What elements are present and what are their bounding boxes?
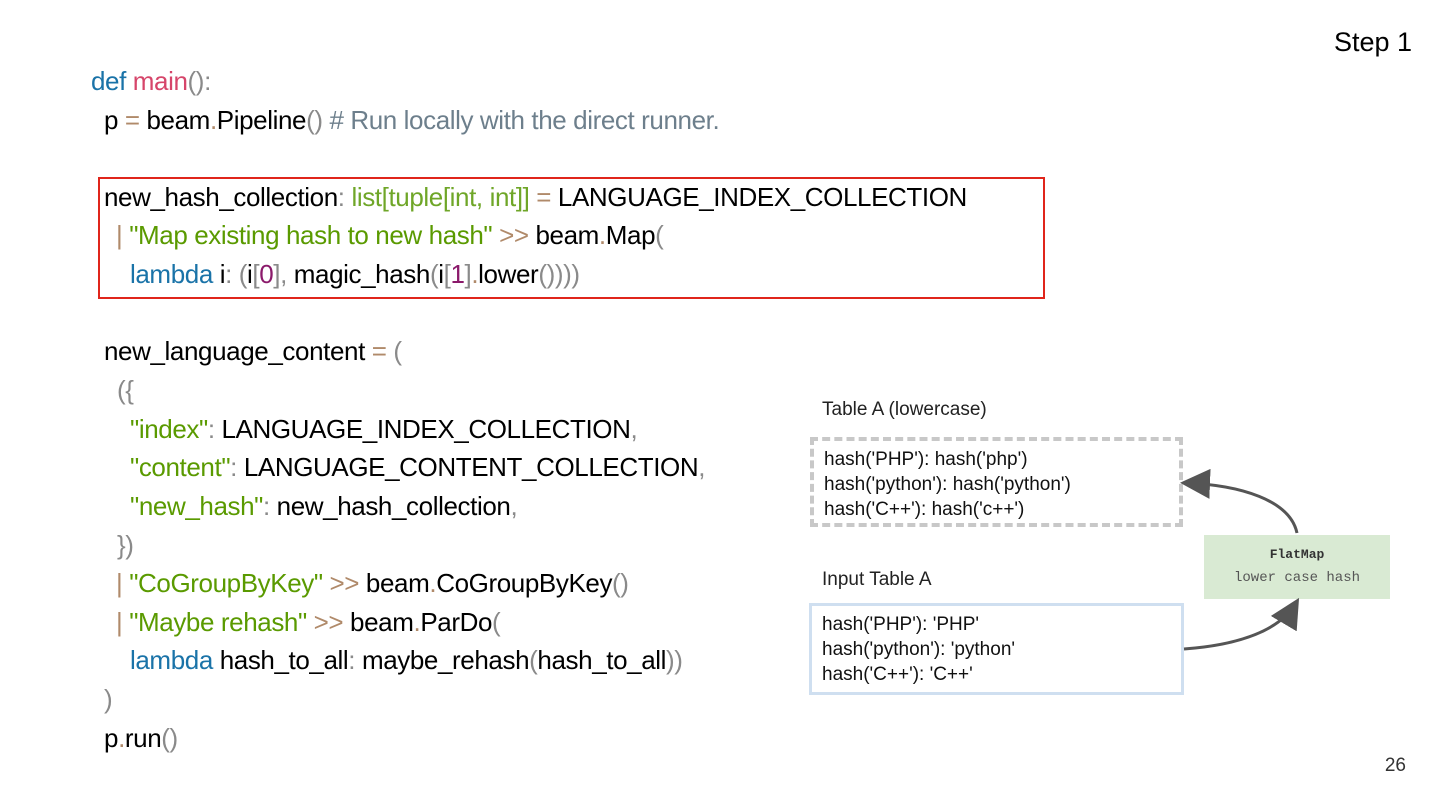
diagram-arrows xyxy=(1180,468,1300,651)
arrow-to-lowercase-table xyxy=(1180,468,1299,534)
arrow-to-flatmap xyxy=(1183,597,1300,651)
